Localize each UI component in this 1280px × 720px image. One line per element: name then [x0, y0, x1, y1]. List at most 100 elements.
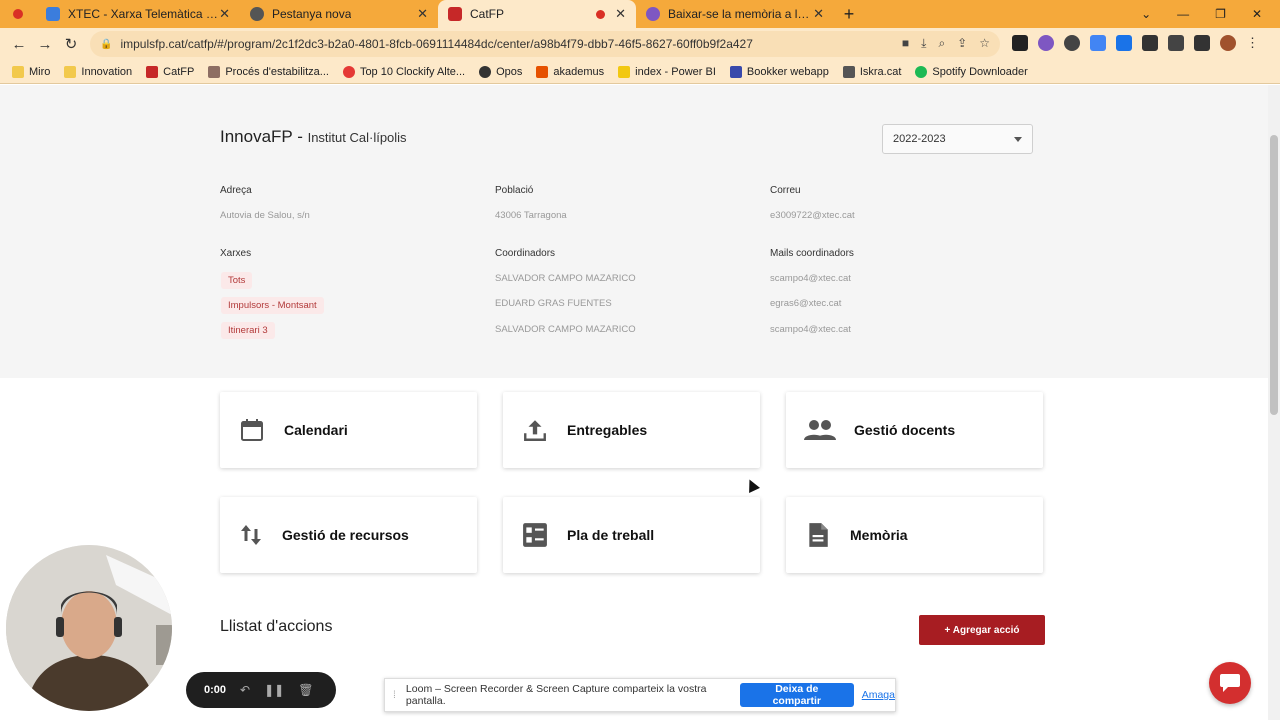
drag-handle-icon[interactable]: ⁞	[393, 689, 396, 701]
tab-new[interactable]: Pestanya nova ✕	[240, 0, 438, 28]
reading-list-icon[interactable]	[1168, 35, 1184, 51]
puzzle-icon[interactable]	[1142, 35, 1158, 51]
coordinators-label: Coordinadors	[495, 248, 556, 259]
chrome-favicon-icon	[250, 7, 264, 21]
minimize-icon[interactable]: —	[1177, 7, 1189, 21]
close-tab-icon[interactable]: ✕	[219, 6, 230, 22]
tab-memoria[interactable]: Baixar-se la memòria a la plataforma ✕	[636, 0, 834, 28]
chat-button[interactable]	[1209, 662, 1251, 704]
tab-xtec[interactable]: XTEC - Xarxa Telemàtica Educativa ✕	[36, 0, 240, 28]
town-label: Població	[495, 185, 534, 196]
star-icon[interactable]: ☆	[979, 36, 990, 51]
zoom-icon[interactable]: ⌕	[938, 36, 945, 51]
people-icon	[800, 412, 840, 448]
camera-icon[interactable]: ■	[902, 36, 909, 51]
close-tab-icon[interactable]: ✕	[417, 6, 428, 22]
new-tab-icon[interactable]: +	[834, 0, 864, 28]
bookmark-item[interactable]: Spotify Downloader	[915, 65, 1028, 78]
add-action-button[interactable]: + Agregar acció	[919, 615, 1045, 645]
stop-sharing-button[interactable]: Deixa de compartir	[739, 683, 854, 707]
tab-label: Baixar-se la memòria a la plataforma	[668, 7, 813, 21]
menu-icon[interactable]: ⋮	[1246, 35, 1259, 51]
recording-time: 0:00	[204, 684, 227, 696]
bookmark-item[interactable]: Procés d'estabilitza...	[208, 65, 329, 78]
coordinator-mail: scampo4@xtec.cat	[770, 324, 851, 335]
card-label: Calendari	[284, 422, 348, 438]
checklist-icon	[517, 517, 553, 553]
year-select[interactable]: 2022-2023	[882, 124, 1033, 154]
lock-icon: 🔒	[100, 38, 113, 50]
close-tab-icon[interactable]: ✕	[813, 6, 824, 22]
extension-icon[interactable]	[1064, 35, 1080, 51]
card-pla-treball[interactable]: Pla de treball	[503, 497, 760, 573]
card-entregables[interactable]: Entregables	[503, 392, 760, 468]
card-gestio-docents[interactable]: Gestió docents	[786, 392, 1043, 468]
bookmark-item[interactable]: Bookker webapp	[729, 65, 829, 78]
powerbi-icon	[618, 65, 631, 78]
network-chip[interactable]: Impulsors - Montsant	[221, 297, 324, 314]
page-scrollbar[interactable]	[1268, 85, 1280, 720]
undo-icon[interactable]: ↶	[240, 683, 250, 697]
network-chip[interactable]: Itinerari 3	[221, 322, 275, 339]
gear-extension-icon[interactable]	[1038, 35, 1054, 51]
app-name: InnovaFP	[220, 127, 293, 146]
translate-extension-icon[interactable]	[1090, 35, 1106, 51]
bookmark-item[interactable]: Iskra.cat	[842, 65, 901, 78]
hide-share-link[interactable]: Amaga	[862, 689, 895, 701]
close-window-icon[interactable]: ✕	[1252, 7, 1262, 21]
bookmark-item[interactable]: Opos	[479, 65, 523, 78]
translate-alt-extension-icon[interactable]	[1116, 35, 1132, 51]
card-gestio-recursos[interactable]: Gestió de recursos	[220, 497, 477, 573]
pause-icon[interactable]: ❚❚	[264, 683, 284, 697]
side-panel-icon[interactable]	[1194, 35, 1210, 51]
town-value: 43006 Tarragona	[495, 210, 567, 221]
card-calendari[interactable]: Calendari	[220, 392, 477, 468]
bookmark-label: Opos	[496, 65, 523, 78]
trash-icon[interactable]: 🗑	[298, 683, 313, 697]
extensions-area: ⋮	[1012, 35, 1259, 51]
bookmark-item[interactable]: Innovation	[64, 65, 132, 78]
forward-icon[interactable]: →	[32, 36, 58, 53]
bookmark-item[interactable]: Top 10 Clockify Alte...	[342, 65, 465, 78]
tab-search-icon[interactable]: ⌄	[1141, 7, 1151, 21]
card-label: Memòria	[850, 527, 908, 543]
close-tab-icon[interactable]: ✕	[615, 6, 626, 22]
card-memoria[interactable]: Memòria	[786, 497, 1043, 573]
bookmark-label: Miro	[29, 65, 51, 78]
bookmark-item[interactable]: akademus	[536, 65, 604, 78]
bookmark-item[interactable]: CatFP	[146, 65, 194, 78]
address-value: Autovia de Salou, s/n	[220, 210, 310, 221]
scrollbar-thumb[interactable]	[1270, 135, 1278, 415]
coordinator-mail: scampo4@xtec.cat	[770, 273, 851, 284]
notion-extension-icon[interactable]	[1012, 35, 1028, 51]
avatar[interactable]	[1220, 35, 1236, 51]
year-select-value: 2022-2023	[893, 133, 946, 145]
email-value: e3009722@xtec.cat	[770, 210, 855, 221]
school-name: Institut Cal·lípolis	[307, 130, 407, 145]
recording-controls: 0:00 ↶ ❚❚ 🗑	[186, 672, 336, 708]
install-icon[interactable]: ⤓	[921, 36, 926, 51]
document-icon	[800, 517, 836, 553]
coordinator-mails-label: Mails coordinadors	[770, 248, 854, 259]
network-chip[interactable]: Tots	[221, 272, 253, 289]
back-icon[interactable]: ←	[6, 36, 32, 53]
card-label: Gestió docents	[854, 422, 956, 438]
bookmark-item[interactable]: index - Power BI	[618, 65, 716, 78]
card-label: Entregables	[567, 422, 648, 438]
coordinator-name: SALVADOR CAMPO MAZARICO	[495, 273, 636, 284]
tab-catfp[interactable]: CatFP ✕	[438, 0, 636, 28]
tab-label: Pestanya nova	[272, 7, 352, 21]
calendar-icon	[234, 412, 270, 448]
address-bar[interactable]: 🔒 impulsfp.cat/catfp/#/program/2c1f2dc3-…	[90, 31, 1000, 57]
reload-icon[interactable]: ↻	[58, 35, 84, 53]
share-icon[interactable]: ⇪	[957, 36, 967, 51]
restore-icon[interactable]: ❐	[1215, 7, 1226, 21]
bookmark-label: index - Power BI	[635, 65, 716, 78]
bookmark-item[interactable]: Miro	[12, 65, 51, 78]
gear-favicon-icon	[646, 7, 660, 21]
webcam-bubble[interactable]	[6, 545, 172, 711]
catfp-favicon-icon	[448, 7, 462, 21]
networks-label: Xarxes	[220, 248, 252, 259]
xtec-favicon-icon	[46, 7, 60, 21]
address-label: Adreça	[220, 185, 252, 196]
